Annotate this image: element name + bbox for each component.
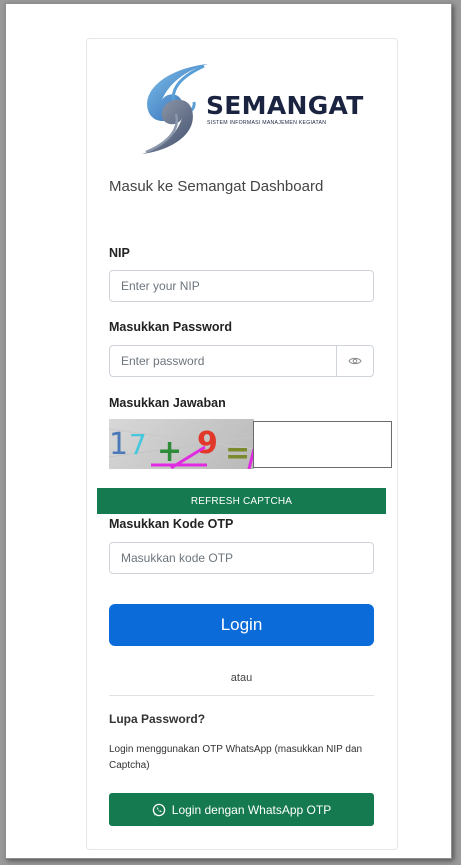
captcha-graphic: 1 7 + 9 = [109, 426, 254, 469]
divider-text: atau [230, 672, 253, 684]
brand-name: SEMANGAT [206, 91, 364, 120]
nip-label: NIP [109, 246, 130, 260]
captcha-answer-input[interactable] [253, 421, 392, 468]
brand-tagline: SISTEM INFORMASI MANAJEMEN KEGIATAN [207, 120, 327, 126]
whatsapp-otp-login-button[interactable]: Login dengan WhatsApp OTP [109, 793, 374, 826]
whatsapp-icon [152, 803, 166, 816]
svg-text:=: = [225, 436, 250, 469]
nip-input[interactable]: Enter your NIP [109, 270, 374, 302]
password-input[interactable]: Enter password [109, 345, 337, 377]
login-button[interactable]: Login [109, 604, 374, 646]
divider-line [109, 695, 374, 696]
otp-placeholder: Masukkan kode OTP [121, 551, 234, 565]
captcha-image: 1 7 + 9 = [109, 419, 254, 469]
otp-info-text: Login menggunakan OTP WhatsApp (masukkan… [109, 744, 363, 771]
svg-text:1: 1 [109, 427, 128, 462]
otp-label: Masukkan Kode OTP [109, 517, 234, 531]
otp-input[interactable]: Masukkan kode OTP [109, 542, 374, 574]
svg-text:7: 7 [129, 428, 147, 461]
svg-text:9: 9 [197, 426, 218, 461]
toggle-password-button[interactable] [336, 345, 374, 377]
refresh-captcha-button[interactable]: REFRESH CAPTCHA [97, 488, 386, 514]
whatsapp-button-label: Login dengan WhatsApp OTP [171, 802, 332, 817]
nip-placeholder: Enter your NIP [121, 279, 200, 293]
forgot-password-label: Lupa Password? [109, 712, 206, 726]
eye-icon [348, 357, 362, 365]
password-placeholder: Enter password [121, 354, 205, 368]
page-title: Masuk ke Semangat Dashboard [109, 178, 324, 195]
captcha-label: Masukkan Jawaban [109, 396, 226, 410]
password-label: Masukkan Password [109, 320, 232, 334]
